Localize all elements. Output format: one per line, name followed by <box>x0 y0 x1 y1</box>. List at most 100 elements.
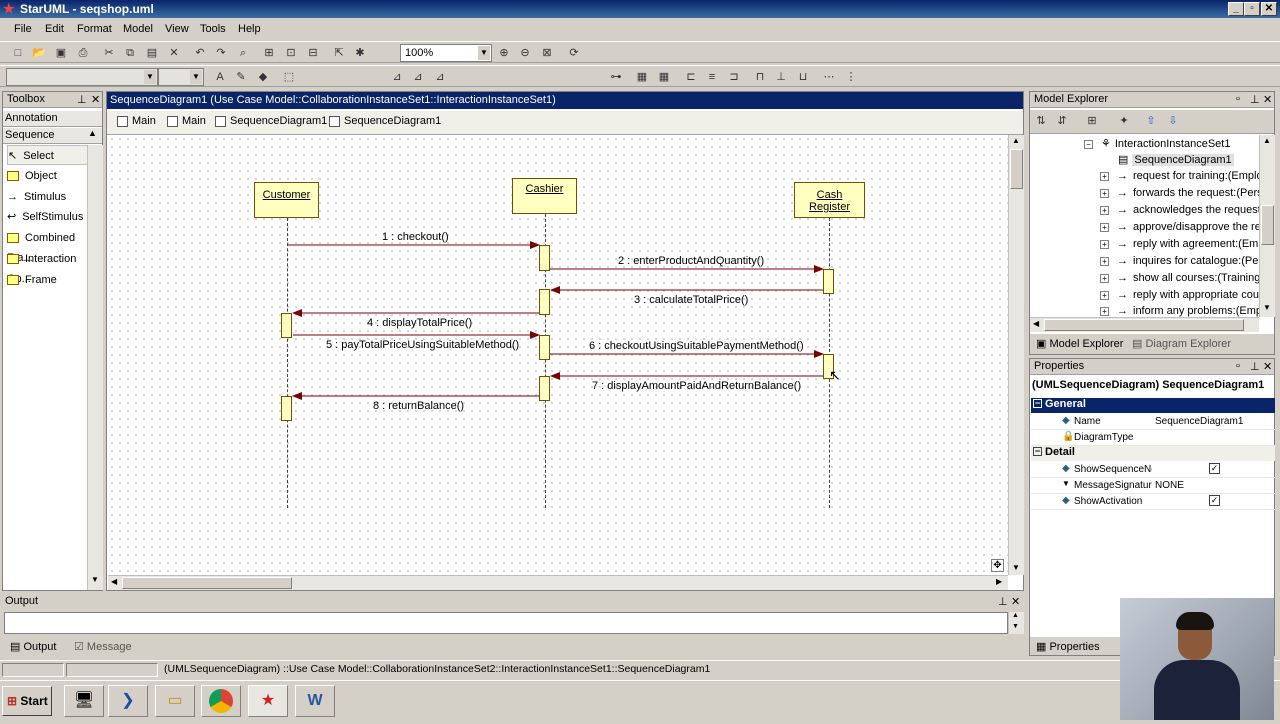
tab-message[interactable]: ☑ Message <box>74 640 132 653</box>
find-icon[interactable]: ⌕ <box>235 45 251 61</box>
message-label-7[interactable]: 7 : displayAmountPaidAndReturnBalance() <box>592 380 801 392</box>
chevron-down-icon[interactable]: ▼ <box>190 70 202 84</box>
align-icon-3[interactable]: ⊿ <box>432 69 448 85</box>
toolbox-scrollbar[interactable]: ▼ <box>87 145 103 590</box>
fill-color-icon[interactable]: ◆ <box>255 69 271 85</box>
diagram-canvas[interactable]: Customer Cashier Cash Register 1: check… <box>108 135 1008 575</box>
tab-main-2[interactable]: Main <box>167 115 206 127</box>
taskbar-powershell[interactable]: ❯ <box>108 685 148 717</box>
message-label-5[interactable]: 5 : payTotalPriceUsingSuitableMethod() <box>326 339 519 351</box>
font-icon[interactable]: A <box>212 69 228 85</box>
align-top-icon[interactable]: ⊓ <box>752 69 768 85</box>
expand-icon[interactable]: + <box>1100 256 1109 266</box>
expand-icon[interactable]: + <box>1100 205 1109 215</box>
distribute-icon-1[interactable]: ⋯ <box>821 69 837 85</box>
taskbar-word[interactable]: W <box>295 685 335 717</box>
cut-icon[interactable]: ✂ <box>101 45 117 61</box>
menu-file[interactable]: File <box>14 23 32 35</box>
redo-icon[interactable]: ↷ <box>213 45 229 61</box>
expand-icon[interactable]: + <box>1100 222 1109 232</box>
refresh-icon[interactable]: ⟳ <box>566 45 582 61</box>
tab-sequencediagram-1[interactable]: SequenceDiagram1 <box>215 115 327 127</box>
scroll-thumb[interactable] <box>122 577 292 589</box>
copy-icon[interactable]: ⧉ <box>122 45 138 61</box>
taskbar-explorer[interactable]: ▭ <box>155 685 195 717</box>
tab-diagram-explorer[interactable]: ▤ Diagram Explorer <box>1132 337 1231 350</box>
align-icon-1[interactable]: ⊿ <box>389 69 405 85</box>
tab-sequencediagram-2[interactable]: SequenceDiagram1 <box>329 115 441 127</box>
order-icon-2[interactable]: ▦ <box>656 69 672 85</box>
sort-desc-icon[interactable]: ⇵ <box>1054 113 1070 129</box>
paste-icon[interactable]: ▤ <box>144 45 160 61</box>
pin-icon[interactable]: ⊥ <box>998 595 1008 608</box>
align-middle-icon[interactable]: ⊥ <box>773 69 789 85</box>
sort-asc-icon[interactable]: ⇅ <box>1033 113 1049 129</box>
layout-icon[interactable]: ⊶ <box>608 69 624 85</box>
minimize-button[interactable]: _ <box>1228 2 1244 16</box>
align-center-icon[interactable]: ≡ <box>704 69 720 85</box>
start-button[interactable]: ⊞ Start <box>2 686 52 716</box>
maximize-button[interactable]: ▫ <box>1244 2 1260 16</box>
show-sequence-number-checkbox[interactable]: ✓ <box>1209 463 1220 474</box>
menu-help[interactable]: Help <box>238 23 261 35</box>
chevron-down-icon[interactable]: ▼ <box>478 46 490 60</box>
properties-section-general[interactable]: − General <box>1031 398 1275 413</box>
taskbar-chrome[interactable] <box>201 685 241 717</box>
message-label-1[interactable]: 1 : checkout() <box>382 231 449 243</box>
property-value[interactable]: NONE <box>1155 480 1184 491</box>
close-icon[interactable]: ✕ <box>91 93 100 106</box>
tree-item-stimulus-6[interactable]: + → inquires for catalogue:(Pers <box>1100 255 1268 267</box>
tree-item-stimulus-2[interactable]: + → forwards the request:(Pers <box>1100 187 1263 199</box>
scroll-thumb[interactable] <box>1044 319 1244 331</box>
message-label-4[interactable]: 4 : displayTotalPrice() <box>367 317 472 329</box>
save-icon[interactable]: ▣ <box>53 45 69 61</box>
pen-color-icon[interactable]: ✎ <box>233 69 249 85</box>
chevron-right-icon[interactable]: ▶ <box>996 577 1002 586</box>
addin-icon[interactable]: ✱ <box>352 45 368 61</box>
expand-icon[interactable]: + <box>1100 188 1109 198</box>
align-left-icon[interactable]: ⊏ <box>683 69 699 85</box>
new-icon[interactable]: □ <box>10 45 26 61</box>
scroll-thumb[interactable] <box>1010 149 1023 189</box>
font-size-combo[interactable]: ▼ <box>158 68 204 86</box>
scroll-thumb[interactable] <box>1261 205 1274 245</box>
chevron-down-icon[interactable]: ▼ <box>1263 303 1271 312</box>
pin-icon[interactable]: ⊥ <box>77 93 87 106</box>
message-label-2[interactable]: 2 : enterProductAndQuantity() <box>618 255 764 267</box>
property-messagesignature[interactable]: ▼ MessageSignatur NONE <box>1031 478 1275 494</box>
align-icon-2[interactable]: ⊿ <box>410 69 426 85</box>
tree-item-stimulus-4[interactable]: + → approve/disapprove the re <box>1100 221 1261 233</box>
tree-item-stimulus-9[interactable]: + → inform any problems:(Empl <box>1100 305 1264 317</box>
menu-model[interactable]: Model <box>123 23 153 35</box>
model-icon-2[interactable]: ⊡ <box>283 45 299 61</box>
open-icon[interactable]: 📂 <box>31 45 47 61</box>
close-icon[interactable]: ✕ <box>1263 93 1272 106</box>
tab-properties[interactable]: ▦ Properties <box>1036 640 1100 653</box>
distribute-icon-2[interactable]: ⋮ <box>843 69 859 85</box>
chevron-left-icon[interactable]: ◀ <box>111 577 117 586</box>
export-icon[interactable]: ⇱ <box>331 45 347 61</box>
chevron-down-icon[interactable]: ▼ <box>144 70 156 84</box>
explorer-horizontal-scrollbar[interactable]: ◀ <box>1030 317 1259 332</box>
zoom-combo[interactable]: 100% ▼ <box>400 44 492 62</box>
property-showactivation[interactable]: ◆ ShowActivation ✓ <box>1031 494 1275 510</box>
diagram-horizontal-scrollbar[interactable]: ◀ ▶ <box>108 575 1008 590</box>
taskbar-server-manager[interactable]: 🖥 <box>64 685 104 717</box>
tree-item-stimulus-1[interactable]: + → request for training:(Emplo <box>1100 170 1263 182</box>
tree-item-stimulus-5[interactable]: + → reply with agreement:(Emp <box>1100 238 1264 250</box>
collapse-icon[interactable]: − <box>1084 139 1093 149</box>
chevron-down-icon[interactable]: ▼ <box>1012 623 1019 630</box>
menu-view[interactable]: View <box>165 23 189 35</box>
font-combo[interactable]: ▼ <box>6 68 158 86</box>
align-bottom-icon[interactable]: ⊔ <box>795 69 811 85</box>
tree-item-stimulus-8[interactable]: + → reply with appropriate cour <box>1100 289 1263 301</box>
tab-main-1[interactable]: Main <box>117 115 156 127</box>
menu-format[interactable]: Format <box>77 23 112 35</box>
property-name[interactable]: ◆ Name SequenceDiagram1 <box>1031 414 1275 430</box>
toolbox-group-annotation[interactable]: Annotation <box>3 111 102 127</box>
property-value[interactable]: SequenceDiagram1 <box>1155 416 1243 427</box>
collapse-icon[interactable]: − <box>1033 399 1042 408</box>
chevron-left-icon[interactable]: ◀ <box>1033 319 1039 328</box>
message-label-3[interactable]: 3 : calculateTotalPrice() <box>634 294 748 306</box>
chevron-down-icon[interactable]: ▼ <box>91 575 99 584</box>
